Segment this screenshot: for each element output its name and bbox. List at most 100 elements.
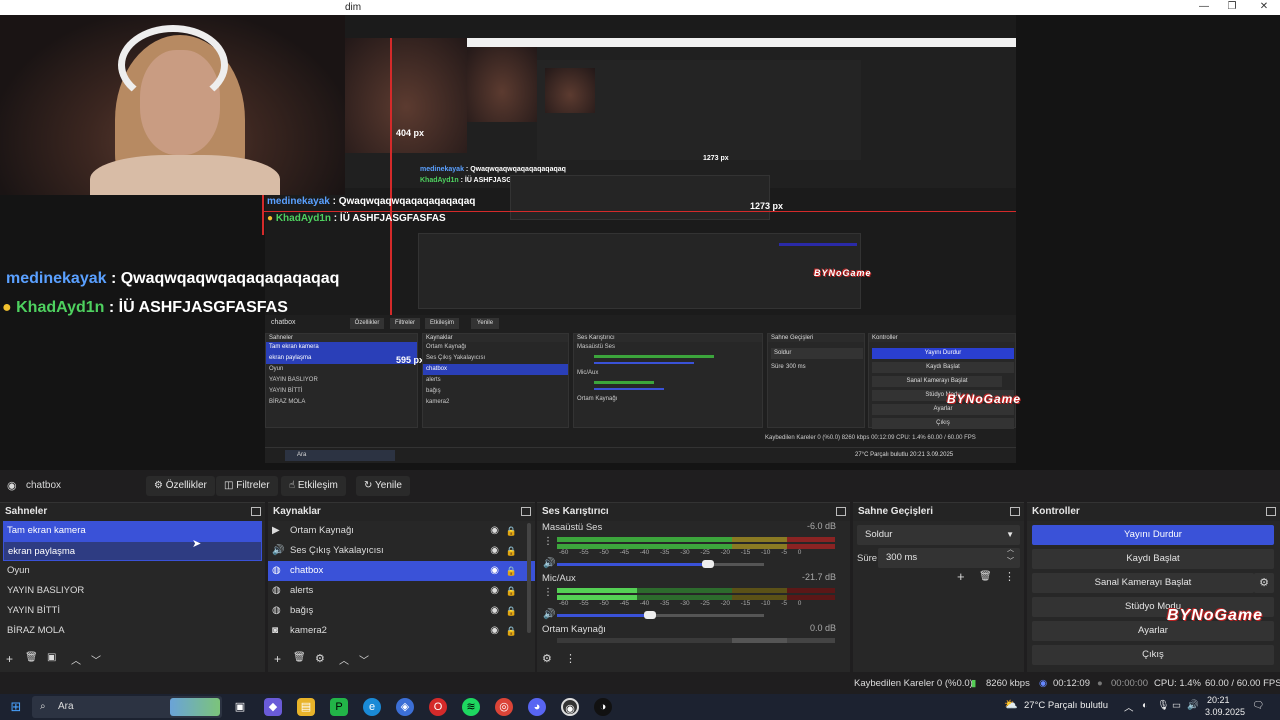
source-item[interactable]: ▶ Ortam Kaynağı ◉ 🔒: [268, 521, 535, 541]
volume-icon[interactable]: 🔊: [1187, 700, 1199, 711]
popout-icon[interactable]: [251, 507, 261, 516]
remove-source-icon[interactable]: 🗑: [293, 652, 306, 663]
tray-app-icon[interactable]: ◐: [1142, 700, 1148, 711]
stepper-icon[interactable]: ︿ ﹀: [1007, 544, 1014, 568]
scene-item[interactable]: YAYIN BİTTİ: [0, 601, 265, 621]
program-preview[interactable]: 404 px 1273 px medinekayak : Qwaqwqaqwqa…: [0, 15, 1280, 470]
interact-button[interactable]: ☝ Etkileşim: [281, 476, 346, 496]
source-properties-icon[interactable]: ⚙: [315, 652, 325, 665]
clock-date[interactable]: 3.09.2025: [1205, 707, 1245, 717]
mini-source-name: chatbox: [271, 319, 296, 326]
source-item[interactable]: 🔊 Ses Çıkış Yakalayıcısı ◉ 🔒: [268, 541, 535, 561]
volume-knob[interactable]: [702, 560, 714, 568]
popout-icon[interactable]: [836, 507, 846, 516]
volume-knob[interactable]: [644, 611, 656, 619]
scene-item[interactable]: BİRAZ MOLA: [0, 621, 265, 641]
start-record-button[interactable]: Kaydı Başlat: [1032, 549, 1274, 569]
lock-icon[interactable]: 🔒: [506, 521, 517, 541]
scene-item[interactable]: ekran paylaşma: [3, 541, 262, 561]
copilot-icon[interactable]: ◆: [264, 698, 282, 716]
chrome-icon[interactable]: ◎: [495, 698, 513, 716]
scene-item[interactable]: Tam ekran kamera: [3, 521, 262, 541]
source-item[interactable]: ◍ bağış ◉ 🔒: [268, 601, 535, 621]
opera-icon[interactable]: O: [429, 698, 447, 716]
edge-icon[interactable]: e: [363, 698, 381, 716]
stop-stream-button[interactable]: Yayını Durdur: [1032, 525, 1274, 545]
source-item[interactable]: ◍ chatbox ◉ 🔒: [268, 561, 535, 581]
properties-button[interactable]: ⚙ Özellikler: [146, 476, 215, 496]
selected-source-name: chatbox: [26, 480, 62, 491]
remove-scene-icon[interactable]: 🗑: [25, 652, 38, 663]
add-source-icon[interactable]: +: [274, 652, 281, 666]
file-explorer-icon[interactable]: ▤: [297, 698, 315, 716]
move-up-icon[interactable]: ︿: [71, 652, 81, 667]
weather-text[interactable]: 27°C Parçalı bulutlu: [1024, 700, 1108, 711]
source-item[interactable]: ◍ alerts ◉ 🔒: [268, 581, 535, 601]
add-transition-icon[interactable]: +: [957, 569, 965, 584]
tray-chevron-icon[interactable]: ︿: [1124, 700, 1134, 714]
webcam-body: [90, 155, 280, 195]
speaker-icon[interactable]: 🔊: [543, 609, 555, 620]
popout-icon[interactable]: [1010, 507, 1020, 516]
record-icon: ●: [1097, 678, 1103, 689]
scene-item[interactable]: YAYIN BASLIYOR: [0, 581, 265, 601]
lock-icon[interactable]: 🔒: [506, 581, 517, 601]
speaker-icon[interactable]: 🔊: [543, 558, 555, 569]
filters-button[interactable]: ◫ Filtreler: [216, 476, 278, 496]
app-icon[interactable]: ◈: [396, 698, 414, 716]
audio-settings-icon[interactable]: ⚙: [542, 652, 552, 665]
eye-icon[interactable]: ◉: [490, 521, 499, 541]
remove-transition-icon[interactable]: 🗑: [979, 571, 992, 582]
close-button[interactable]: ✕: [1248, 0, 1280, 15]
transition-select[interactable]: Soldur ▼: [857, 525, 1020, 545]
exit-button[interactable]: Çıkış: [1032, 645, 1274, 665]
popout-icon[interactable]: [1266, 507, 1276, 516]
transitions-title: Sahne Geçişleri: [858, 506, 934, 517]
duration-input[interactable]: 300 ms ︿ ﹀: [878, 546, 1020, 568]
chat-line-1: medinekayak : Qwaqwqaqwqaqaqaqaqaqaq: [6, 270, 340, 287]
eye-icon[interactable]: ◉: [490, 581, 499, 601]
gear-icon: ⚙: [154, 480, 163, 491]
mini-duration: 300 ms: [786, 364, 806, 370]
lock-icon[interactable]: 🔒: [506, 541, 517, 561]
lock-icon[interactable]: 🔒: [506, 601, 517, 621]
windows-start-icon[interactable]: ⊞: [7, 698, 25, 716]
eye-icon[interactable]: ◉: [490, 621, 499, 641]
menu-dots-icon[interactable]: ⋮: [565, 652, 576, 665]
obs-icon[interactable]: ◉: [561, 698, 579, 716]
discord-icon[interactable]: ◕: [528, 698, 546, 716]
scene-item[interactable]: Oyun: [0, 561, 265, 581]
add-scene-icon[interactable]: +: [6, 652, 13, 666]
app2-icon[interactable]: ◑: [594, 698, 612, 716]
refresh-button[interactable]: ↻ Yenile: [356, 476, 410, 496]
pycharm-icon[interactable]: P: [330, 698, 348, 716]
mic-icon[interactable]: 🎙: [1157, 700, 1169, 711]
gear-icon[interactable]: ⚙: [1254, 573, 1274, 593]
eye-icon[interactable]: ◉: [490, 561, 499, 581]
scene-filters-icon[interactable]: ▣: [47, 652, 56, 663]
clock-time[interactable]: 20:21: [1207, 695, 1230, 705]
lock-icon[interactable]: 🔒: [506, 561, 517, 581]
volume-fader[interactable]: [557, 614, 650, 617]
menu-dots-icon[interactable]: ⋮: [543, 536, 553, 547]
lock-icon[interactable]: 🔒: [506, 621, 517, 641]
virtual-camera-button[interactable]: Sanal Kamerayı Başlat: [1032, 573, 1254, 593]
search-icon: ⌕: [40, 701, 46, 712]
move-down-icon[interactable]: ﹀: [359, 652, 369, 667]
network-icon[interactable]: ▭: [1172, 700, 1181, 711]
move-down-icon[interactable]: ﹀: [91, 652, 101, 667]
eye-icon[interactable]: ◉: [490, 601, 499, 621]
maximize-button[interactable]: ❐: [1216, 0, 1248, 15]
menu-dots-icon[interactable]: ⋮: [1004, 570, 1015, 583]
taskbar-search[interactable]: ⌕ Ara: [32, 696, 222, 718]
volume-fader[interactable]: [557, 563, 708, 566]
task-view-icon[interactable]: ▣: [231, 698, 249, 716]
source-item[interactable]: ◙ kamera2 ◉ 🔒: [268, 621, 535, 641]
menu-dots-icon[interactable]: ⋮: [543, 587, 553, 598]
notification-icon[interactable]: 🗨: [1252, 700, 1264, 711]
eye-icon[interactable]: ◉: [490, 541, 499, 561]
popout-icon[interactable]: [521, 507, 531, 516]
move-up-icon[interactable]: ︿: [339, 652, 349, 667]
sources-scrollbar[interactable]: [527, 523, 531, 633]
spotify-icon[interactable]: ≋: [462, 698, 480, 716]
